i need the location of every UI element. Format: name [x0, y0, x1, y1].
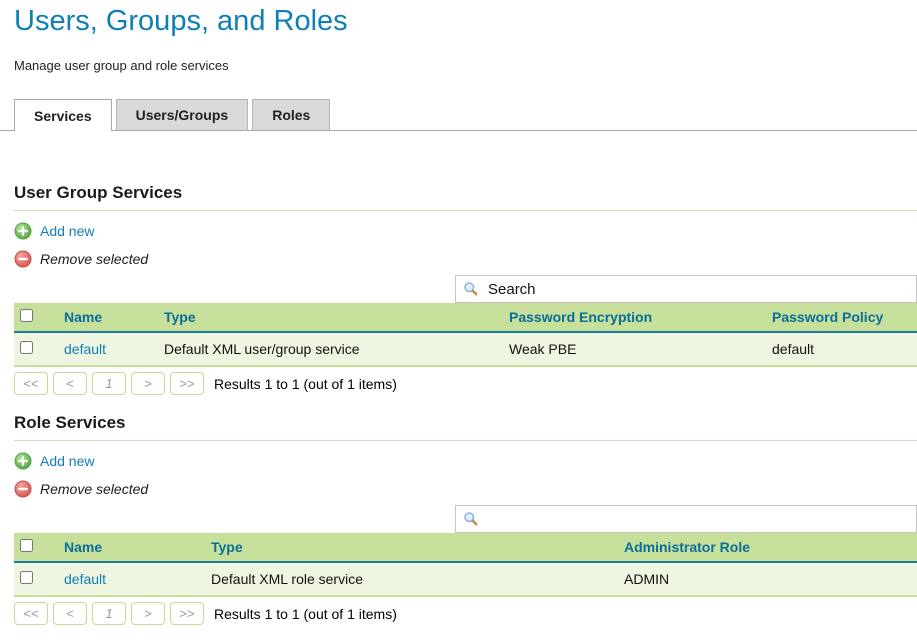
first-page-button[interactable]: <<	[14, 372, 48, 395]
page-title: Users, Groups, and Roles	[14, 4, 917, 38]
search-icon	[463, 511, 479, 527]
table-header-row: Name Type Administrator Role	[14, 533, 917, 562]
password-encryption-cell: Weak PBE	[505, 332, 768, 366]
row-checkbox[interactable]	[20, 341, 33, 354]
add-icon[interactable]	[14, 452, 32, 470]
user-group-services-table: Name Type Password Encryption Password P…	[14, 303, 917, 367]
next-page-button[interactable]: >	[131, 602, 165, 625]
section-role-services: Role Services Add new Remove selected	[0, 413, 917, 625]
prev-page-button[interactable]: <	[53, 372, 87, 395]
tab-roles[interactable]: Roles	[252, 99, 330, 130]
select-all-checkbox[interactable]	[20, 309, 33, 322]
results-summary: Results 1 to 1 (out of 1 items)	[214, 606, 397, 622]
user-group-pagination: << < 1 > >> Results 1 to 1 (out of 1 ite…	[14, 372, 917, 395]
administrator-role-cell: ADMIN	[620, 562, 917, 596]
service-name-link[interactable]: default	[64, 571, 106, 587]
remove-icon[interactable]	[14, 480, 32, 498]
remove-selected-link[interactable]: Remove selected	[40, 251, 148, 267]
add-icon[interactable]	[14, 222, 32, 240]
role-services-heading: Role Services	[14, 413, 917, 441]
password-policy-cell: default	[768, 332, 917, 366]
current-page-button[interactable]: 1	[92, 602, 126, 625]
user-group-search-row	[14, 275, 917, 303]
service-type-cell: Default XML user/group service	[160, 332, 505, 366]
add-new-role-service[interactable]: Add new	[14, 451, 917, 471]
service-name-link[interactable]: default	[64, 341, 106, 357]
section-user-group-services: User Group Services Add new Remove selec…	[0, 183, 917, 395]
next-page-button[interactable]: >	[131, 372, 165, 395]
column-header-type[interactable]: Type	[211, 539, 243, 555]
table-row: default Default XML user/group service W…	[14, 332, 917, 366]
column-header-administrator-role[interactable]: Administrator Role	[624, 539, 750, 555]
row-checkbox[interactable]	[20, 571, 33, 584]
column-header-password-policy[interactable]: Password Policy	[772, 309, 883, 325]
user-group-services-heading: User Group Services	[14, 183, 917, 211]
first-page-button[interactable]: <<	[14, 602, 48, 625]
remove-selected-link[interactable]: Remove selected	[40, 481, 148, 497]
current-page-button[interactable]: 1	[92, 372, 126, 395]
table-row: default Default XML role service ADMIN	[14, 562, 917, 596]
user-group-search-box[interactable]	[455, 275, 917, 303]
last-page-button[interactable]: >>	[170, 602, 204, 625]
remove-icon[interactable]	[14, 250, 32, 268]
remove-selected-role-service[interactable]: Remove selected	[14, 479, 917, 499]
column-header-password-encryption[interactable]: Password Encryption	[509, 309, 652, 325]
role-services-table: Name Type Administrator Role default Def…	[14, 533, 917, 597]
tab-users-groups[interactable]: Users/Groups	[116, 99, 249, 130]
add-new-link[interactable]: Add new	[40, 453, 94, 469]
role-pagination: << < 1 > >> Results 1 to 1 (out of 1 ite…	[14, 602, 917, 625]
tab-bar: Services Users/Groups Roles	[0, 99, 917, 131]
role-search-input[interactable]	[486, 508, 916, 530]
user-group-search-input[interactable]	[486, 278, 916, 300]
tab-services[interactable]: Services	[14, 99, 112, 131]
last-page-button[interactable]: >>	[170, 372, 204, 395]
add-new-link[interactable]: Add new	[40, 223, 94, 239]
column-header-name[interactable]: Name	[64, 309, 102, 325]
results-summary: Results 1 to 1 (out of 1 items)	[214, 376, 397, 392]
role-search-box[interactable]	[455, 505, 917, 533]
add-new-user-group-service[interactable]: Add new	[14, 221, 917, 241]
column-header-type[interactable]: Type	[164, 309, 196, 325]
column-header-name[interactable]: Name	[64, 539, 102, 555]
select-all-checkbox[interactable]	[20, 539, 33, 552]
users-groups-roles-page: Users, Groups, and Roles Manage user gro…	[0, 4, 917, 625]
table-header-row: Name Type Password Encryption Password P…	[14, 303, 917, 332]
prev-page-button[interactable]: <	[53, 602, 87, 625]
remove-selected-user-group-service[interactable]: Remove selected	[14, 249, 917, 269]
role-search-row	[14, 505, 917, 533]
service-type-cell: Default XML role service	[207, 562, 620, 596]
page-subtitle: Manage user group and role services	[14, 58, 917, 73]
search-icon	[463, 281, 479, 297]
